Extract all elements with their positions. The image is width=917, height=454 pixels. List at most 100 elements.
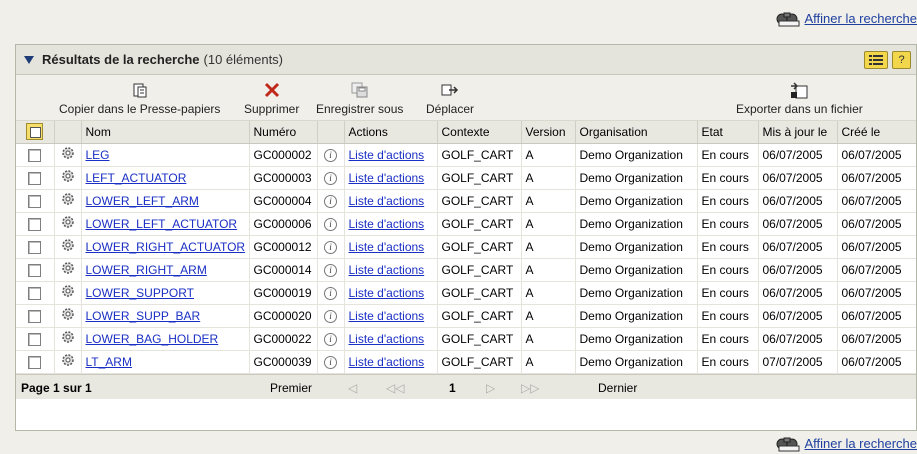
action-list-link[interactable]: Liste d'actions [349,148,425,162]
info-icon[interactable]: i [324,310,337,323]
column-context[interactable]: Contexte [437,121,522,144]
previous-arrow-icon[interactable]: ◁ [348,381,357,395]
action-list-link[interactable]: Liste d'actions [349,332,425,346]
delete-button[interactable]: Supprimer [244,81,299,116]
refine-search-link[interactable]: Affiner la recherche [805,11,917,26]
row-checkbox[interactable] [28,217,42,231]
table-row: LEG GC000002 i Liste d'actions GOLF_CART A Dem… [16,143,916,167]
cell-number: GC000002 [249,143,318,167]
next-arrow-icon[interactable]: ▷ [486,381,495,395]
row-checkbox[interactable] [28,309,42,323]
column-version[interactable]: Version [521,121,576,144]
row-checkbox[interactable] [28,148,42,162]
part-name-link[interactable]: LOWER_SUPPORT [86,286,194,300]
cell-actions: Liste d'actions [344,212,438,236]
cell-version: A [521,212,576,236]
cell-name: LEG [81,143,250,167]
info-icon[interactable]: i [324,149,337,162]
previous-page-icon[interactable]: ◁◁ [386,381,404,395]
row-checkbox[interactable] [28,332,42,346]
cell-state: En cours [697,235,759,259]
move-button[interactable]: Déplacer [426,81,474,116]
info-icon[interactable]: i [324,218,337,231]
export-to-file-button[interactable]: Exporter dans un fichier [736,81,863,116]
row-checkbox-cell [16,189,55,213]
move-icon [441,84,459,96]
column-organisation[interactable]: Organisation [575,121,698,144]
cell-state: En cours [697,304,759,328]
next-page-icon[interactable]: ▷▷ [521,381,539,395]
action-list-link[interactable]: Liste d'actions [349,263,425,277]
move-label: Déplacer [426,102,475,116]
info-icon[interactable]: i [324,195,337,208]
row-checkbox[interactable] [28,194,42,208]
part-name-link[interactable]: LOWER_BAG_HOLDER [86,332,219,346]
cell-organisation: Demo Organization [575,350,698,374]
part-name-link[interactable]: LOWER_RIGHT_ARM [86,263,207,277]
info-icon[interactable]: i [324,172,337,185]
action-list-link[interactable]: Liste d'actions [349,355,425,369]
part-name-link[interactable]: LEG [86,148,110,162]
cell-info: i [317,258,345,282]
row-checkbox-cell [16,281,55,305]
column-name[interactable]: Nom [81,121,250,144]
collapse-triangle-icon[interactable] [24,55,34,64]
action-list-link[interactable]: Liste d'actions [349,217,425,231]
copy-to-clipboard-button[interactable]: Copier dans le Presse-papiers [59,81,220,116]
action-list-link[interactable]: Liste d'actions [349,309,425,323]
part-name-link[interactable]: LOWER_SUPP_BAR [86,309,201,323]
row-checkbox[interactable] [28,286,42,300]
cell-updated: 06/07/2005 [758,327,838,351]
cell-actions: Liste d'actions [344,304,438,328]
row-checkbox[interactable] [28,355,42,369]
part-gear-icon [54,212,82,236]
action-list-link[interactable]: Liste d'actions [349,194,425,208]
export-label: Exporter dans un fichier [736,102,863,116]
part-gear-icon [54,350,82,374]
info-icon[interactable]: i [324,264,337,277]
first-page-button[interactable]: Premier [270,381,312,395]
info-icon[interactable]: i [324,333,337,346]
part-name-link[interactable]: LOWER_LEFT_ARM [86,194,199,208]
cell-context: GOLF_CART [437,235,522,259]
select-all-checkbox[interactable] [26,123,44,141]
cell-organisation: Demo Organization [575,304,698,328]
action-list-link[interactable]: Liste d'actions [349,171,425,185]
row-checkbox[interactable] [28,171,42,185]
part-name-link[interactable]: LOWER_RIGHT_ACTUATOR [86,240,246,254]
view-options-button[interactable] [864,51,888,69]
last-page-button[interactable]: Dernier [598,381,637,395]
save-as-button[interactable]: Enregistrer sous [316,81,403,116]
list-icon [869,55,883,65]
part-gear-icon [54,235,82,259]
column-updated[interactable]: Mis à jour le [758,121,838,144]
info-icon[interactable]: i [324,241,337,254]
action-list-link[interactable]: Liste d'actions [349,240,425,254]
cell-created: 06/07/2005 [837,304,916,328]
info-icon[interactable]: i [324,287,337,300]
refine-search-top[interactable]: Affiner la recherche [775,8,917,28]
cell-number: GC000003 [249,166,318,190]
row-checkbox[interactable] [28,263,42,277]
part-name-link[interactable]: LOWER_LEFT_ACTUATOR [86,217,238,231]
cell-version: A [521,304,576,328]
refine-search-bottom[interactable]: Affiner la recherche [775,433,917,453]
column-number[interactable]: Numéro [249,121,318,144]
table-row: LOWER_BAG_HOLDER GC000022 i Liste d'actions… [16,327,916,351]
part-name-link[interactable]: LT_ARM [86,355,132,369]
refine-search-link[interactable]: Affiner la recherche [805,436,917,451]
binoculars-icon [776,437,799,452]
cell-number: GC000014 [249,258,318,282]
column-state[interactable]: Etat [697,121,759,144]
action-list-link[interactable]: Liste d'actions [349,286,425,300]
table-header-row: Nom Numéro Actions Contexte Version Orga… [16,121,916,144]
column-created[interactable]: Créé le [837,121,916,144]
cell-name: LOWER_RIGHT_ACTUATOR [81,235,250,259]
help-button[interactable]: ? [892,51,911,69]
cell-state: En cours [697,166,759,190]
row-checkbox-cell [16,350,55,374]
part-name-link[interactable]: LEFT_ACTUATOR [86,171,187,185]
info-icon[interactable]: i [324,356,337,369]
row-checkbox[interactable] [28,240,42,254]
cell-context: GOLF_CART [437,166,522,190]
